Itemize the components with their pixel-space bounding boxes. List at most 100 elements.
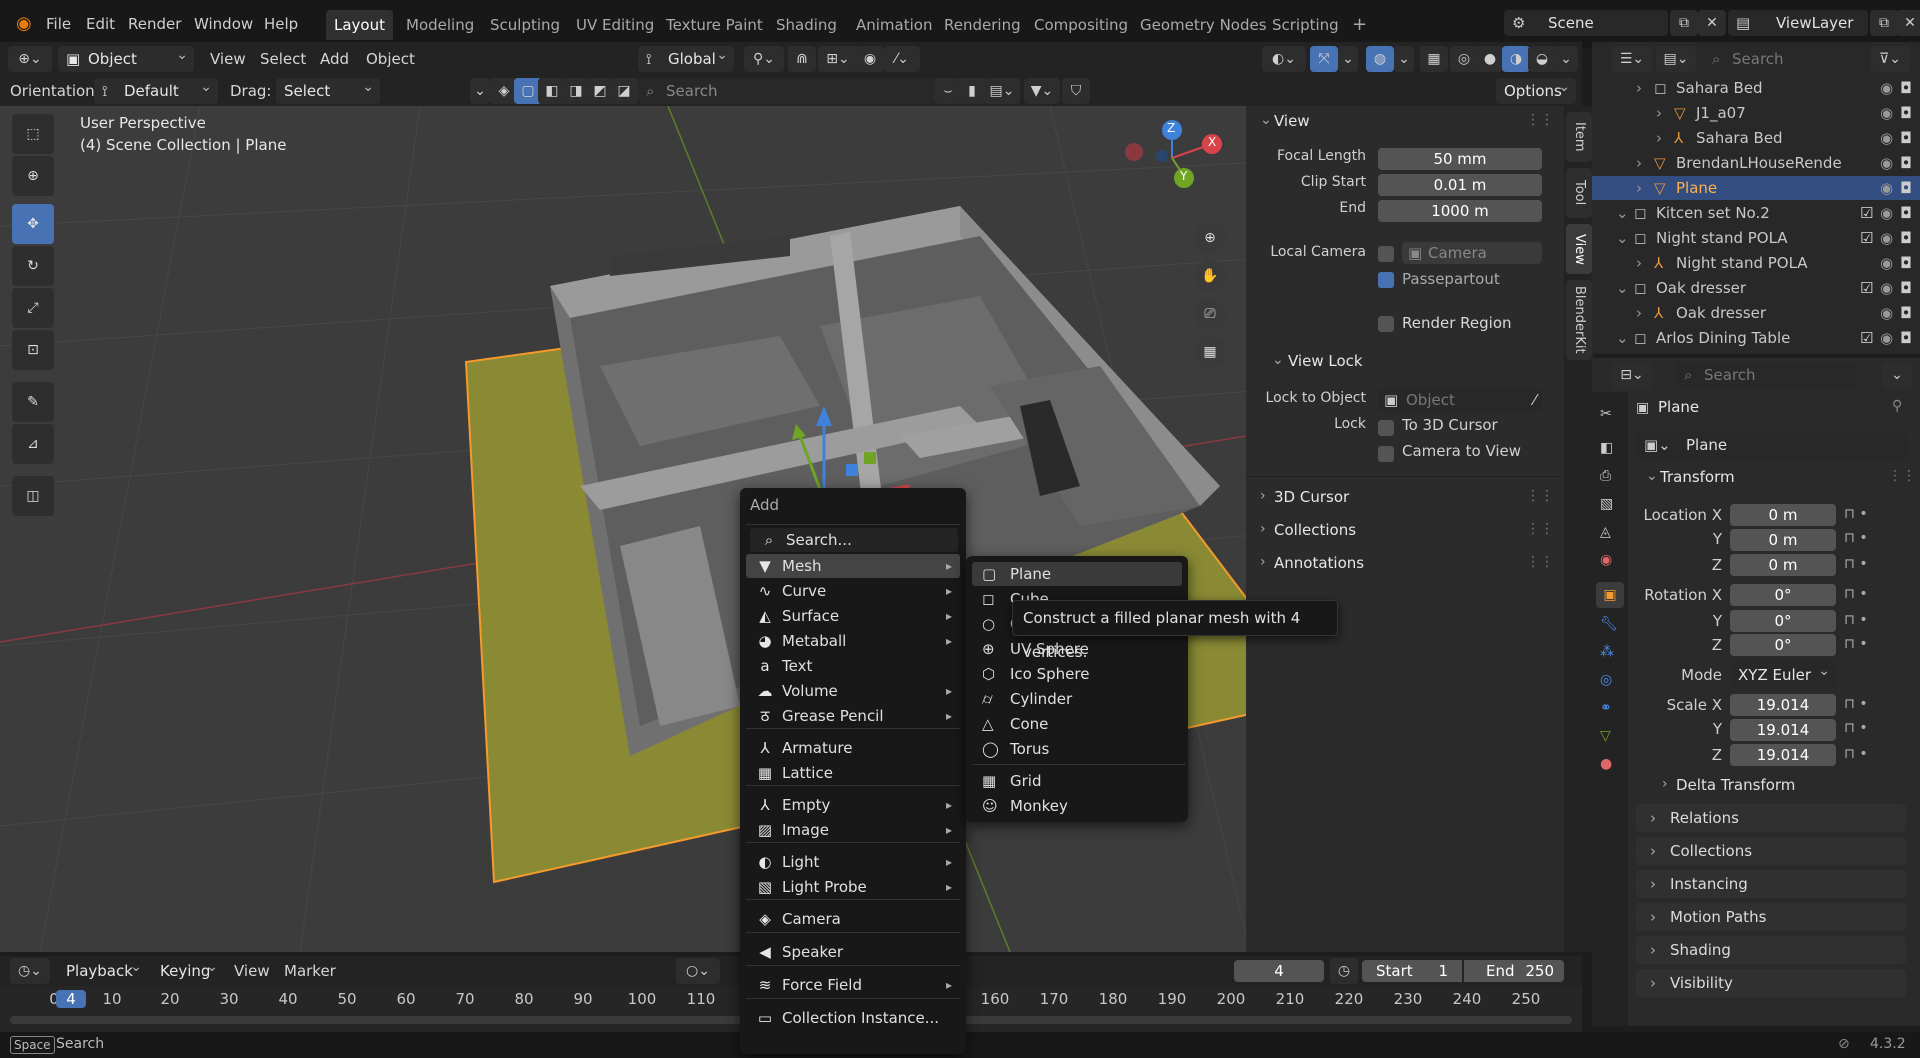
chevron-down-icon[interactable]: ⌄: [1260, 112, 1272, 128]
expand-chevron-icon[interactable]: ›: [1636, 176, 1642, 200]
outliner-editor-type-icon[interactable]: ☰⌄: [1612, 46, 1652, 72]
render-camera-icon[interactable]: ◘: [1900, 76, 1912, 100]
clip-start-field[interactable]: 0.01 m: [1378, 174, 1542, 196]
lock-object-field[interactable]: ▣ Object ⁄: [1378, 388, 1542, 412]
clip-end-field[interactable]: 1000 m: [1378, 200, 1542, 222]
menu-item-metaball[interactable]: ◕ Metaball ▸: [746, 629, 960, 653]
tab-shading[interactable]: Shading: [768, 10, 845, 40]
location-y-field[interactable]: 0 m: [1730, 529, 1836, 551]
cursor-icon[interactable]: ⊕: [12, 156, 54, 196]
delta-chevron-icon[interactable]: ›: [1662, 776, 1668, 792]
expand-chevron-icon[interactable]: ⌄: [1616, 326, 1629, 350]
menu-render[interactable]: Render: [120, 10, 189, 38]
tool-tab-icon[interactable]: ✂: [1600, 406, 1612, 422]
pivot-point-icon[interactable]: ⚲⌄: [744, 46, 784, 72]
eye-icon[interactable]: ◉: [1880, 201, 1893, 225]
camera-view-icon[interactable]: ⎚: [1194, 298, 1226, 330]
expand-chevron-icon[interactable]: ⌄: [1616, 226, 1629, 250]
proportional-editing-icon[interactable]: ◉: [856, 46, 884, 72]
view-layer-tab-icon[interactable]: ▧: [1600, 496, 1613, 512]
menu-item-light[interactable]: ◐ Light ▸: [746, 850, 960, 874]
rotation-mode-dropdown[interactable]: XYZ Euler: [1730, 658, 1836, 688]
lock-icon[interactable]: ⊓ •: [1844, 746, 1868, 762]
render-camera-icon[interactable]: ◘: [1900, 151, 1912, 175]
location-z-field[interactable]: 0 m: [1730, 554, 1836, 576]
tab-view[interactable]: View: [1566, 224, 1592, 274]
menu-item-mesh[interactable]: ▼ Mesh ▸: [746, 554, 960, 578]
expand-chevron-icon[interactable]: ⌄: [1616, 276, 1629, 300]
playback-menu[interactable]: Playback: [58, 954, 148, 984]
menu-item-grease-pencil[interactable]: ठ Grease Pencil ▸: [746, 704, 960, 728]
scene-selector[interactable]: ⚙ Scene: [1504, 10, 1668, 36]
lock-icon[interactable]: ⊓ •: [1844, 696, 1868, 712]
lock-icon[interactable]: ⊓ •: [1844, 556, 1868, 572]
mesh-item-cylinder[interactable]: ⌭ Cylinder: [972, 687, 1182, 711]
3d-cursor-section[interactable]: 3D Cursor: [1274, 488, 1349, 506]
rotate-icon[interactable]: ↻: [12, 246, 54, 286]
collections-section[interactable]: Collections: [1274, 521, 1356, 539]
annotations-section[interactable]: Annotations: [1274, 554, 1364, 572]
annotations-section-chevron-icon[interactable]: ›: [1260, 554, 1266, 570]
timeline-editor-type-icon[interactable]: ◷⌄: [10, 958, 50, 984]
exclude-checkbox[interactable]: ☑: [1860, 226, 1873, 250]
menu-item-collection-instance[interactable]: ▭ Collection Instance...: [746, 1006, 960, 1030]
location-x-field[interactable]: 0 m: [1730, 504, 1836, 526]
drag-handle-icon[interactable]: ⋮⋮: [1526, 554, 1554, 570]
eye-icon[interactable]: ◉: [1880, 276, 1893, 300]
view-lock-chevron-icon[interactable]: ⌄: [1272, 352, 1284, 368]
eye-icon[interactable]: ◉: [1880, 326, 1893, 350]
menu-item-image[interactable]: ▨ Image ▸: [746, 818, 960, 842]
orientation-dropdown[interactable]: ⟟ Default: [94, 74, 218, 104]
rendered-shading-icon[interactable]: ◒: [1528, 46, 1556, 72]
move-icon[interactable]: ✥: [12, 204, 54, 244]
modifier-tab-icon[interactable]: 🔧︎: [1600, 616, 1618, 632]
outliner-row[interactable]: › ▽ Plane ◉ ◘: [1592, 176, 1920, 200]
lock-icon[interactable]: ⊓ •: [1844, 636, 1868, 652]
expand-chevron-icon[interactable]: ›: [1636, 76, 1642, 100]
physics-tab-icon[interactable]: ◎: [1600, 672, 1612, 688]
expand-chevron-icon[interactable]: ⌄: [1616, 201, 1629, 225]
properties-options-icon[interactable]: ⌄: [1882, 362, 1912, 388]
transform-chevron-icon[interactable]: ⌄: [1646, 468, 1658, 484]
relations-section[interactable]: Relations: [1636, 804, 1906, 832]
camera-field[interactable]: ▣ Camera: [1402, 242, 1542, 264]
material-shading-icon[interactable]: ◑: [1502, 46, 1530, 72]
collapse-icon[interactable]: ⌄: [470, 78, 490, 104]
collections-section[interactable]: Collections: [1636, 837, 1906, 865]
render-camera-icon[interactable]: ◘: [1900, 201, 1912, 225]
shading-dropdown-icon[interactable]: ⌄: [1554, 46, 1578, 72]
menu-item-lattice[interactable]: ▦ Lattice: [746, 761, 960, 785]
camera-to-view-checkbox[interactable]: [1378, 446, 1394, 462]
lock-icon[interactable]: ⊓ •: [1844, 506, 1868, 522]
pan-hand-icon[interactable]: ✋: [1194, 260, 1226, 292]
annotate-icon[interactable]: ✎: [12, 382, 54, 422]
transform-title[interactable]: Transform: [1660, 468, 1735, 486]
object-name-field[interactable]: ▣⌄ Plane: [1636, 432, 1906, 458]
mesh-item-monkey[interactable]: ☺ Monkey: [972, 794, 1182, 818]
eye-icon[interactable]: ◉: [1880, 301, 1893, 325]
outliner-row[interactable]: ⌄ ◻ Kitcen set No.2 ☑ ◉ ◘: [1592, 201, 1920, 225]
render-camera-icon[interactable]: ◘: [1900, 226, 1912, 250]
view-lock-title[interactable]: View Lock: [1288, 352, 1363, 370]
drag-handle-icon[interactable]: ⋮⋮: [1526, 112, 1554, 128]
tab-layout[interactable]: Layout: [326, 10, 393, 40]
menu-select[interactable]: Select: [260, 46, 306, 72]
preview-range-icon[interactable]: ◷: [1330, 958, 1358, 984]
overlays-toggle-icon[interactable]: ◍: [1366, 46, 1394, 72]
menu-file[interactable]: File: [38, 10, 79, 38]
scale-x-field[interactable]: 19.014: [1730, 694, 1836, 716]
render-camera-icon[interactable]: ◘: [1900, 276, 1912, 300]
menu-item-camera[interactable]: ◈ Camera: [746, 907, 960, 931]
scale-icon[interactable]: ⤢: [12, 288, 54, 328]
drag-handle-icon[interactable]: ⋮⋮: [1888, 468, 1916, 484]
outliner-row[interactable]: › ◻ Sahara Bed ◉ ◘: [1592, 76, 1920, 100]
render-camera-icon[interactable]: ◘: [1900, 126, 1912, 150]
properties-search-input[interactable]: ⌕ Search: [1676, 362, 1856, 388]
eye-icon[interactable]: ◉: [1880, 76, 1893, 100]
eye-icon[interactable]: ◉: [1880, 176, 1893, 200]
new-view-layer-icon[interactable]: ⧉: [1870, 10, 1898, 36]
menu-window[interactable]: Window: [186, 10, 261, 38]
tab-sculpting[interactable]: Sculpting: [482, 10, 568, 40]
tab-tool[interactable]: Tool: [1566, 168, 1592, 218]
expand-chevron-icon[interactable]: ›: [1636, 251, 1642, 275]
